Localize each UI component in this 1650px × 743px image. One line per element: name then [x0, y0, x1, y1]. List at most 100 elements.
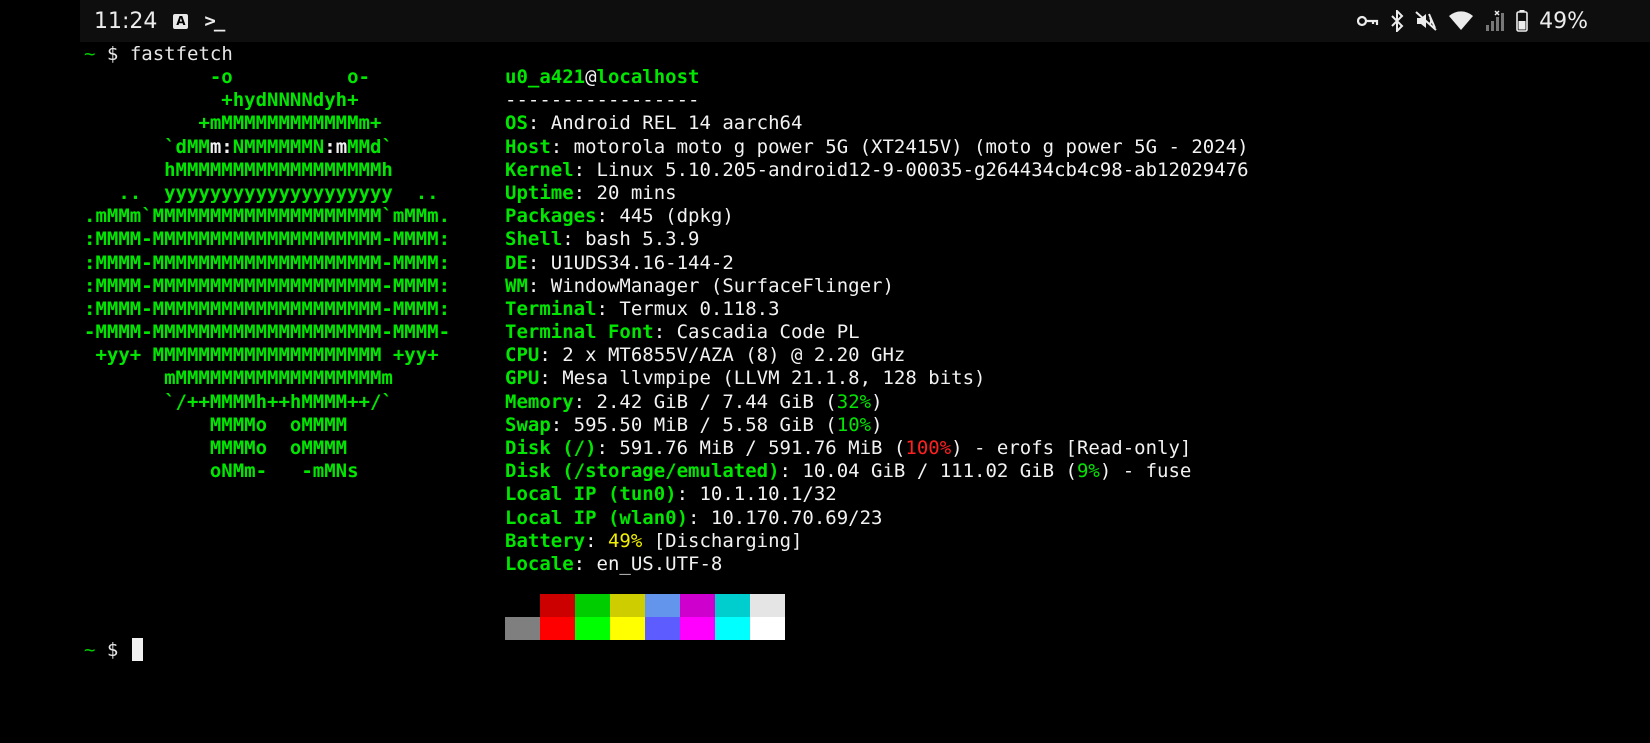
info-row-segment: Disk (/) [505, 437, 597, 459]
info-row: ----------------- [505, 89, 1249, 112]
logo-line: :MMMM-MMMMMMMMMMMMMMMMMMMM-MMMM: [84, 275, 450, 298]
logo-line: `dMMm:NMMMMMMN:mMMd` [84, 136, 450, 159]
logo-line-segment: oNMm- -mMNs [84, 460, 359, 483]
info-row: GPU: Mesa llvmpipe (LLVM 21.1.8, 128 bit… [505, 367, 1249, 390]
status-right: 49% [1357, 5, 1588, 37]
info-row-segment: Memory [505, 390, 574, 413]
info-row-segment: Host [505, 135, 551, 158]
info-row-segment: Disk (/storage/emulated) [505, 460, 780, 483]
logo-line-segment: MMMMo oMMMM [84, 413, 348, 436]
info-row-segment: : WindowManager (SurfaceFlinger) [527, 274, 894, 297]
logo-line: .. yyyyyyyyyyyyyyyyyyyy .. [84, 182, 450, 205]
logo-line: +hydNNNNdyh+ [84, 89, 450, 112]
logo-line: +yy+ MMMMMMMMMMMMMMMMMMMM +yy+ [84, 344, 450, 367]
palette-swatch [575, 617, 610, 640]
logo-line-segment: `dMM [84, 135, 210, 158]
info-row-segment: GPU [505, 367, 540, 390]
info-row-segment: : 2.42 GiB / 7.44 GiB ( [573, 390, 837, 413]
info-row-segment: ) - erofs [Read-only] [951, 437, 1192, 459]
logo-line-segment: :MMMM-MMMMMMMMMMMMMMMMMMMM-MMMM: [84, 297, 451, 320]
palette-swatch [575, 594, 610, 617]
info-row-segment: : Linux 5.10.205-android12-9-00035-g2644… [573, 158, 1249, 181]
logo-line: -o o- [84, 66, 450, 89]
info-row: Shell: bash 5.3.9 [505, 228, 1249, 251]
info-row-segment: : 595.50 MiB / 5.58 GiB ( [550, 413, 837, 436]
info-row-segment: 49% [607, 529, 643, 552]
input-prompt-line[interactable]: ~ $ [84, 638, 143, 662]
logo-line-segment: +mMMMMMMMMMMMMm+ [84, 112, 382, 135]
logo-line: MMMMo oMMMM [84, 437, 450, 460]
logo-line-segment: -o o- [84, 66, 370, 88]
info-row-segment: : 10.1.10.1/32 [676, 483, 837, 506]
info-row-segment: Battery [505, 529, 586, 552]
info-row-segment: : 2 x MT6855V/AZA (8) @ 2.20 GHz [539, 344, 906, 367]
palette-swatch [680, 617, 715, 640]
info-row-segment: u0_a421 [505, 66, 586, 88]
palette-swatch [505, 617, 540, 640]
info-row-segment: : Mesa llvmpipe (LLVM 21.1.8, 128 bits) [539, 367, 986, 390]
info-row-segment: : 591.76 MiB / 591.76 MiB ( [596, 437, 906, 459]
logo-line-segment: hMMMMMMMMMMMMMMMMMMh [84, 158, 393, 181]
info-row-segment: Packages [505, 205, 597, 228]
wifi-icon [1448, 11, 1474, 31]
logo-line-segment: +yy+ MMMMMMMMMMMMMMMMMMMM +yy+ [84, 344, 439, 367]
command-line: ~ $ fastfetch [84, 42, 233, 66]
keyboard-a-icon: A [173, 13, 189, 29]
info-row-segment: DE [505, 251, 528, 274]
info-row-segment: ----------------- [505, 89, 700, 112]
info-row: Memory: 2.42 GiB / 7.44 GiB (32%) [505, 391, 1249, 414]
info-row-segment: Kernel [505, 158, 574, 181]
info-row-segment: : en_US.UTF-8 [573, 552, 723, 575]
info-row-segment: ) [871, 390, 883, 413]
palette-swatch [610, 594, 645, 617]
terminal-view[interactable]: ~ $ fastfetch -o o- +hydNNNNdyh+ +mMMMMM… [84, 42, 1650, 743]
logo-line: mMMMMMMMMMMMMMMMMMMm [84, 367, 450, 390]
vpn-key-icon [1357, 14, 1379, 28]
info-row: Host: motorola moto g power 5G (XT2415V)… [505, 136, 1249, 159]
logo-line-segment: :MMMM-MMMMMMMMMMMMMMMMMMMM-MMMM: [84, 251, 451, 274]
ascii-logo: -o o- +hydNNNNdyh+ +mMMMMMMMMMMMMm+ `dMM… [84, 66, 450, 483]
info-row: Battery: 49% [Discharging] [505, 530, 1249, 553]
info-row-segment: Local IP (wlan0) [505, 506, 689, 529]
signal-icon [1485, 10, 1505, 32]
info-row-segment: : Cascadia Code PL [653, 321, 860, 344]
info-row-segment: [Discharging] [642, 529, 803, 552]
info-row-segment: Shell [505, 228, 563, 251]
logo-line: MMMMo oMMMM [84, 414, 450, 437]
system-info: u0_a421@localhost ----------------- OS: An… [505, 66, 1249, 576]
info-row-segment: WM [505, 274, 528, 297]
info-row: Disk (/): 591.76 MiB / 591.76 MiB (100%)… [505, 437, 1249, 460]
text-cursor[interactable] [131, 638, 143, 661]
clock: 11:24 [94, 8, 158, 34]
logo-line: :MMMM-MMMMMMMMMMMMMMMMMMMM-MMMM: [84, 252, 450, 275]
info-row-segment: : 445 (dpkg) [596, 205, 734, 228]
logo-line-segment: MMd` [347, 135, 393, 158]
command-text: fastfetch [129, 43, 233, 65]
info-row-segment: @ [585, 66, 597, 88]
info-row: u0_a421@localhost [505, 66, 1249, 89]
logo-line-segment: .mMMm`MMMMMMMMMMMMMMMMMMMM`mMMm. [84, 205, 451, 228]
bluetooth-icon [1390, 10, 1404, 32]
info-row: CPU: 2 x MT6855V/AZA (8) @ 2.20 GHz [505, 344, 1249, 367]
logo-line: +mMMMMMMMMMMMMm+ [84, 112, 450, 135]
info-row-segment: localhost [596, 66, 700, 88]
battery-icon [1516, 10, 1528, 32]
status-left: 11:24 A >_ [94, 5, 225, 37]
prompt-dollar: $ [106, 43, 119, 65]
palette-swatch [505, 594, 540, 617]
info-row-segment: Swap [505, 413, 551, 436]
info-row: Terminal: Termux 0.118.3 [505, 298, 1249, 321]
logo-line-segment: mMMMMMMMMMMMMMMMMMMm [84, 367, 393, 390]
info-row: Terminal Font: Cascadia Code PL [505, 321, 1249, 344]
palette-swatch [610, 617, 645, 640]
info-row-segment: 32% [836, 390, 872, 413]
info-row-segment: : [585, 529, 608, 552]
logo-line: `/++MMMMh++hMMMM++/` [84, 391, 450, 414]
logo-line-segment: -MMMM-MMMMMMMMMMMMMMMMMMMM-MMMM- [84, 321, 451, 344]
info-row-segment: CPU [505, 344, 540, 367]
color-palette [505, 594, 785, 640]
info-row-segment: : 20 mins [573, 181, 677, 204]
info-row-segment: OS [505, 112, 528, 135]
info-row: Kernel: Linux 5.10.205-android12-9-00035… [505, 159, 1249, 182]
info-row-segment: Locale [505, 552, 574, 575]
